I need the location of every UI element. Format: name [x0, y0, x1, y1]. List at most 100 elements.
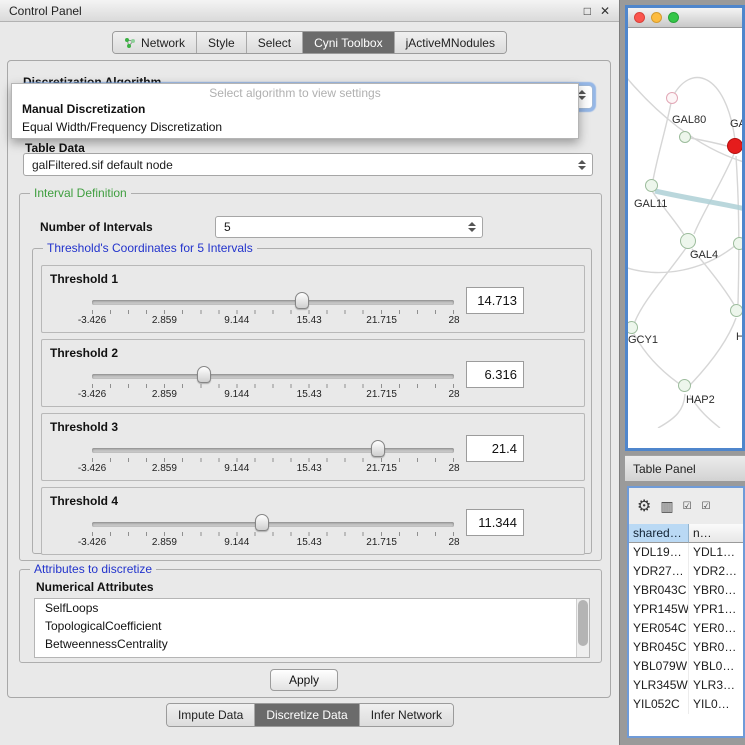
network-view-window: GAL80 GAL11 GAL4 GCY1 HAP2 GA H	[625, 5, 745, 451]
network-node[interactable]	[645, 179, 658, 192]
table-cell[interactable]: YBL079W	[629, 657, 689, 676]
table-cell[interactable]: YER0…	[689, 619, 743, 638]
tab-jactivemnodules[interactable]: jActiveMNodules	[395, 32, 506, 53]
threshold-value-input[interactable]	[466, 435, 524, 462]
node-label: GAL80	[672, 114, 706, 126]
table-cell[interactable]: YDL1…	[689, 543, 743, 562]
list-item[interactable]: TopologicalCoefficient	[35, 617, 589, 635]
network-node[interactable]	[730, 304, 742, 317]
tab-impute-data[interactable]: Impute Data	[167, 704, 255, 726]
threshold-slider[interactable]: -3.426 2.859 9.144 15.43 21.715 28	[92, 290, 454, 332]
table-row[interactable]: YDL19…YDL1…	[629, 543, 743, 562]
table-row[interactable]: YBR043CYBR0…	[629, 581, 743, 600]
network-node[interactable]	[678, 379, 691, 392]
attributes-group-title: Attributes to discretize	[30, 562, 156, 576]
slider-track[interactable]	[92, 374, 454, 379]
column-header-name[interactable]: n…	[689, 524, 743, 543]
scrollbar[interactable]	[576, 599, 589, 657]
slider-tick-labels: -3.426 2.859 9.144 15.43 21.715 28	[92, 389, 454, 401]
table-row[interactable]: YDR27…YDR2…	[629, 562, 743, 581]
column-header-shared-name[interactable]: shared…	[629, 524, 689, 543]
network-canvas[interactable]: GAL80 GAL11 GAL4 GCY1 HAP2 GA H	[628, 28, 742, 428]
threshold-value-input[interactable]	[466, 509, 524, 536]
slider-tick-labels: -3.426 2.859 9.144 15.43 21.715 28	[92, 463, 454, 475]
float-window-icon[interactable]: □	[584, 5, 591, 17]
close-icon[interactable]: ✕	[600, 5, 610, 17]
slider-thumb[interactable]	[371, 440, 385, 457]
table-cell[interactable]: YBR043C	[629, 581, 689, 600]
slider-track[interactable]	[92, 522, 454, 527]
list-item[interactable]: BetweennessCentrality	[35, 635, 589, 653]
close-traffic-light-icon[interactable]	[634, 12, 645, 23]
tab-style[interactable]: Style	[197, 32, 247, 53]
select-all-icon[interactable]: ☑	[683, 501, 693, 512]
network-node-selected[interactable]	[727, 138, 742, 154]
table-cell[interactable]: YPR145W	[629, 600, 689, 619]
node-label: HAP2	[686, 394, 715, 406]
dropdown-option-manual-discretization[interactable]: Manual Discretization	[12, 101, 578, 119]
slider-track[interactable]	[92, 300, 454, 305]
threshold-slider[interactable]: -3.426 2.859 9.144 15.43 21.715 28	[92, 512, 454, 554]
table-cell[interactable]: YLR345W	[629, 676, 689, 695]
num-intervals-combobox[interactable]: 5	[215, 216, 483, 238]
slider-ticks	[92, 532, 454, 536]
node-label: GAL4	[690, 249, 718, 261]
gear-icon[interactable]: ⚙	[637, 496, 651, 516]
threshold-label: Threshold 3	[50, 420, 118, 434]
table-row[interactable]: YBL079WYBL0…	[629, 657, 743, 676]
apply-button[interactable]: Apply	[270, 669, 338, 691]
table-cell[interactable]: YER054C	[629, 619, 689, 638]
network-node[interactable]	[666, 92, 678, 104]
dropdown-hint: Select algorithm to view settings	[12, 84, 578, 101]
table-cell[interactable]: YLR3…	[689, 676, 743, 695]
network-node[interactable]	[679, 131, 691, 143]
network-node[interactable]	[680, 233, 696, 249]
table-row[interactable]: YER054CYER0…	[629, 619, 743, 638]
slider-thumb[interactable]	[255, 514, 269, 531]
table-cell[interactable]: YBR045C	[629, 638, 689, 657]
slider-track[interactable]	[92, 448, 454, 453]
dropdown-option-equal-width-frequency[interactable]: Equal Width/Frequency Discretization	[12, 119, 578, 137]
threshold-value-input[interactable]	[466, 287, 524, 314]
table-row[interactable]: YLR345WYLR3…	[629, 676, 743, 695]
table-cell[interactable]: YBR0…	[689, 581, 743, 600]
window-title: Control Panel	[9, 4, 82, 18]
tab-infer-network[interactable]: Infer Network	[360, 704, 453, 726]
slider-thumb[interactable]	[295, 292, 309, 309]
table-cell[interactable]: YDL19…	[629, 543, 689, 562]
table-row[interactable]: YBR045CYBR0…	[629, 638, 743, 657]
table-cell[interactable]: YPR1…	[689, 600, 743, 619]
minimize-traffic-light-icon[interactable]	[651, 12, 662, 23]
table-data-combobox[interactable]: galFiltered.sif default node	[23, 153, 593, 176]
slider-thumb[interactable]	[197, 366, 211, 383]
table-cell[interactable]: YDR2…	[689, 562, 743, 581]
threshold-value-input[interactable]	[466, 361, 524, 388]
tab-label: jActiveMNodules	[406, 36, 495, 50]
tab-cyni-toolbox[interactable]: Cyni Toolbox	[303, 32, 394, 53]
threshold-slider[interactable]: -3.426 2.859 9.144 15.43 21.715 28	[92, 438, 454, 480]
tab-discretize-data[interactable]: Discretize Data	[255, 704, 359, 726]
columns-icon[interactable]: ▥	[660, 498, 673, 515]
tab-select[interactable]: Select	[247, 32, 303, 53]
list-item[interactable]: SelfLoops	[35, 599, 589, 617]
control-panel-window: Control Panel □ ✕ Network Style Se	[0, 0, 620, 745]
table-row[interactable]: YPR145WYPR1…	[629, 600, 743, 619]
slider-ticks	[92, 384, 454, 388]
node-table: shared… n… YDL19…YDL1… YDR27…YDR2… YBR04…	[629, 524, 743, 738]
slider-ticks	[92, 458, 454, 462]
tab-network[interactable]: Network	[113, 32, 197, 53]
select-none-icon[interactable]: ☑	[702, 501, 712, 512]
table-row[interactable]: YIL052CYIL0…	[629, 695, 743, 714]
table-cell[interactable]: YDR27…	[629, 562, 689, 581]
table-cell[interactable]: YIL052C	[629, 695, 689, 714]
scrollbar-thumb[interactable]	[578, 600, 588, 646]
zoom-traffic-light-icon[interactable]	[668, 12, 679, 23]
network-node[interactable]	[733, 237, 742, 250]
threshold-slider[interactable]: -3.426 2.859 9.144 15.43 21.715 28	[92, 364, 454, 406]
threshold-panel-2: Threshold 2 -3.426 2.859 9.144 15.43 21.…	[41, 339, 585, 407]
threshold-panel-1: Threshold 1 -3.426 2.859 9.144 15.43 21.…	[41, 265, 585, 333]
table-toolbar: ⚙ ▥ ☑ ☑	[629, 488, 743, 524]
table-cell[interactable]: YBL0…	[689, 657, 743, 676]
table-cell[interactable]: YIL0…	[689, 695, 743, 714]
table-cell[interactable]: YBR0…	[689, 638, 743, 657]
